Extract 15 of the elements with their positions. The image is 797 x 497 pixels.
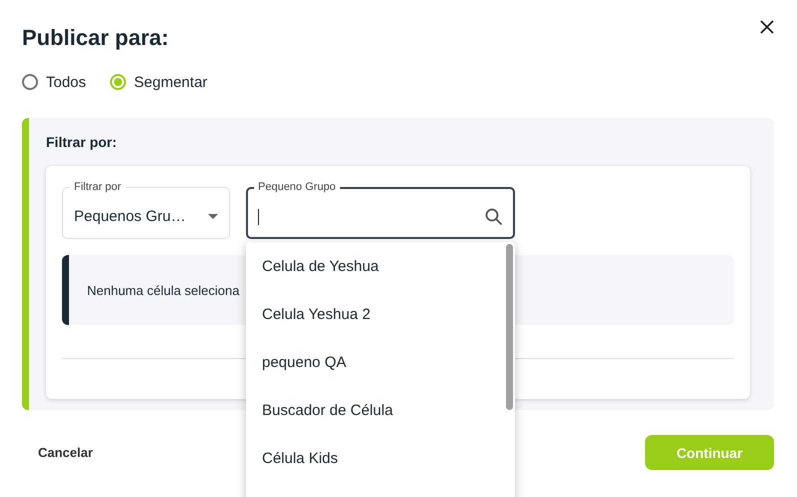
cancel-button[interactable]: Cancelar bbox=[38, 445, 93, 460]
dropdown-option[interactable]: pequeno QA bbox=[246, 338, 515, 386]
radio-option[interactable]: Segmentar bbox=[110, 74, 208, 90]
search-icon bbox=[485, 208, 503, 226]
search-field[interactable]: Pequeno Grupo bbox=[246, 181, 515, 239]
dialog-title: Publicar para: bbox=[22, 24, 169, 52]
text-cursor bbox=[258, 208, 259, 224]
radio-option[interactable]: Todos bbox=[22, 74, 86, 90]
caret-icon bbox=[208, 214, 218, 219]
close-icon[interactable] bbox=[759, 19, 775, 35]
dropdown-option[interactable]: Célula Kids bbox=[246, 434, 515, 482]
scrollbar[interactable] bbox=[506, 244, 513, 410]
dropdown-option[interactable]: Buscador de Célula bbox=[246, 386, 515, 434]
panel-title: Filtrar por: bbox=[46, 133, 118, 152]
filter-select[interactable]: Filtrar por Pequenos Gru… bbox=[62, 181, 230, 239]
